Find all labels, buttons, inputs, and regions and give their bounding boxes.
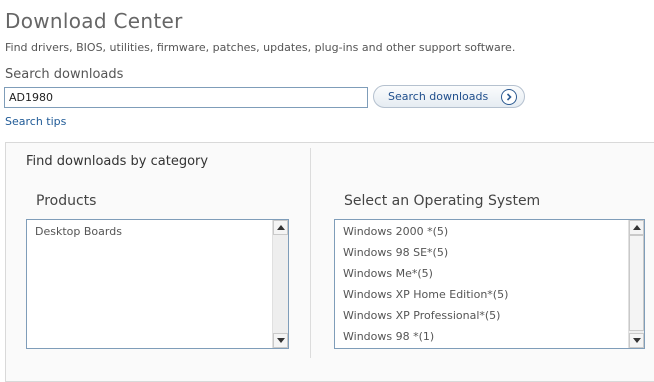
search-downloads-button[interactable]: Search downloads: [373, 85, 525, 108]
search-tips-link[interactable]: Search tips: [5, 115, 66, 128]
os-heading: Select an Operating System: [344, 193, 541, 209]
page-title: Download Center: [5, 9, 183, 33]
list-item[interactable]: Windows XP Home Edition*(5): [335, 284, 644, 305]
list-item[interactable]: Windows 98 *(1): [335, 326, 644, 347]
os-listbox[interactable]: Windows 2000 *(5) Windows 98 SE*(5) Wind…: [334, 219, 645, 349]
arrow-down-icon[interactable]: [629, 333, 644, 348]
list-item[interactable]: Windows XP Professional*(5): [335, 305, 644, 326]
products-heading: Products: [36, 193, 97, 209]
page-subtitle: Find drivers, BIOS, utilities, firmware,…: [5, 41, 516, 54]
products-listbox[interactable]: Desktop Boards: [26, 219, 289, 349]
search-label: Search downloads: [5, 67, 124, 82]
panel-divider: [310, 148, 311, 358]
list-item[interactable]: Windows 2000 *(5): [335, 221, 644, 242]
circle-chevron-right-icon: [501, 88, 517, 105]
list-item[interactable]: Windows 98 SE*(5): [335, 242, 644, 263]
list-item[interactable]: Windows Me*(5): [335, 263, 644, 284]
arrow-up-icon[interactable]: [629, 220, 644, 235]
arrow-down-icon[interactable]: [273, 333, 288, 348]
scrollbar-thumb[interactable]: [629, 235, 644, 331]
os-scrollbar[interactable]: [628, 220, 644, 348]
search-input[interactable]: [4, 87, 368, 108]
search-button-label: Search downloads: [388, 90, 489, 103]
arrow-up-icon[interactable]: [273, 220, 288, 235]
category-heading: Find downloads by category: [26, 154, 209, 169]
products-scrollbar[interactable]: [272, 220, 288, 348]
list-item[interactable]: Desktop Boards: [27, 221, 288, 242]
